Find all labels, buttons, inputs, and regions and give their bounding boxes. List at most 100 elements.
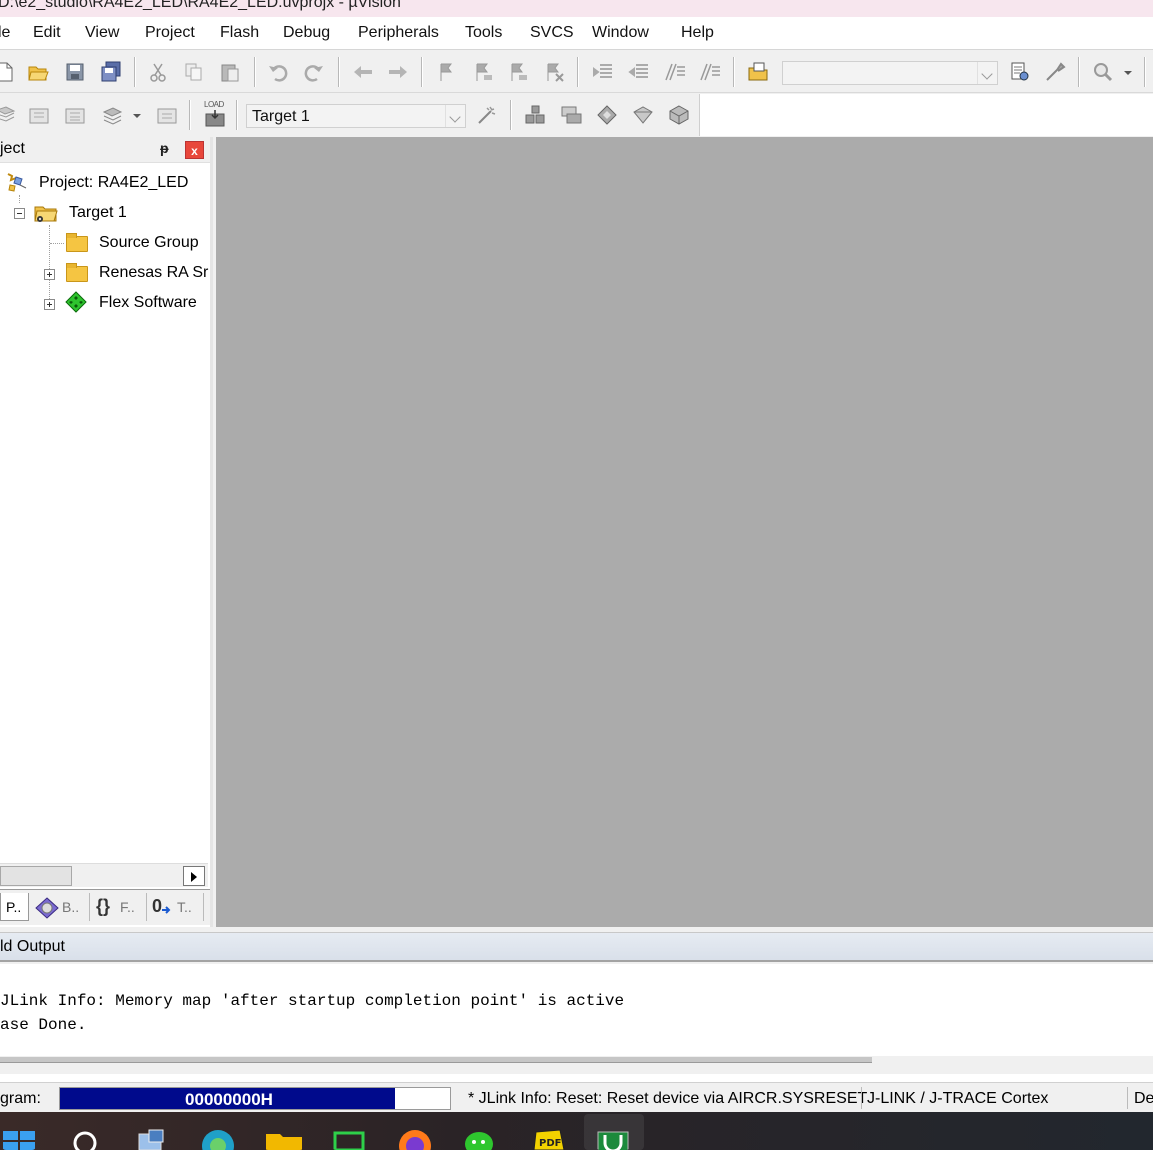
wechat-icon[interactable] xyxy=(462,1128,502,1150)
menu-file[interactable]: le xyxy=(0,24,10,42)
chevron-down-icon[interactable] xyxy=(445,105,465,127)
translate-icon[interactable] xyxy=(0,104,16,126)
find-in-files-icon[interactable] xyxy=(747,61,769,83)
target-select[interactable]: Target 1 xyxy=(246,104,466,128)
copy-icon[interactable] xyxy=(183,61,205,83)
project-panel-header: ject ᵽ x xyxy=(0,137,210,163)
network-app-icon[interactable] xyxy=(135,1128,169,1150)
target-options-icon[interactable] xyxy=(476,104,498,126)
menu-tools[interactable]: Tools xyxy=(465,24,502,42)
find-combo[interactable] xyxy=(782,61,998,85)
tree-item-project[interactable]: Project: RA4E2_LED xyxy=(0,169,210,197)
tree-item-target[interactable]: Target 1 xyxy=(0,199,210,227)
close-panel-button[interactable]: x xyxy=(185,141,204,159)
status-message: * JLink Info: Reset: Reset device via AI… xyxy=(468,1090,868,1107)
target-folder-icon xyxy=(34,206,58,222)
tab-functions[interactable]: {} F.. xyxy=(89,893,145,921)
pdf-reader-icon[interactable]: PDF xyxy=(530,1128,568,1150)
batch-build-icon[interactable] xyxy=(101,104,123,126)
status-bar: gram: 00000000H * JLink Info: Reset: Res… xyxy=(0,1082,1153,1112)
tab-project-label: P.. xyxy=(6,899,22,915)
debug-session-icon[interactable] xyxy=(1044,61,1066,83)
keil-uvision-icon[interactable] xyxy=(596,1130,630,1150)
pin-icon[interactable]: ᵽ xyxy=(160,140,169,156)
menu-svcs[interactable]: SVCS xyxy=(530,24,574,42)
project-horizontal-scrollbar[interactable] xyxy=(0,863,208,887)
tree-item-flex-software[interactable]: Flex Software xyxy=(0,289,210,317)
scrollbar-thumb[interactable] xyxy=(0,1057,872,1063)
pack-installer-icon[interactable] xyxy=(632,104,654,126)
menu-flash[interactable]: Flash xyxy=(220,24,259,42)
file-toolbar xyxy=(0,51,1153,93)
chevron-down-icon[interactable] xyxy=(977,62,997,84)
bookmark-toggle-icon[interactable] xyxy=(436,61,458,83)
bookmark-next-icon[interactable] xyxy=(507,61,529,83)
cut-icon[interactable] xyxy=(147,61,169,83)
expand-icon[interactable] xyxy=(44,269,55,280)
paste-icon[interactable] xyxy=(219,61,241,83)
scrollbar-thumb[interactable] xyxy=(0,866,72,886)
build-icon[interactable] xyxy=(28,104,50,126)
scroll-right-icon[interactable] xyxy=(183,866,205,886)
menu-peripherals[interactable]: Peripherals xyxy=(358,24,439,42)
menu-project[interactable]: Project xyxy=(145,24,195,42)
dropdown-arrow-icon[interactable] xyxy=(1122,61,1134,83)
toolbar-separator xyxy=(338,57,339,87)
books-icon xyxy=(35,897,59,919)
tab-project[interactable]: P.. xyxy=(0,893,29,921)
comment-icon[interactable] xyxy=(664,61,686,83)
indent-icon[interactable] xyxy=(592,61,614,83)
save-icon[interactable] xyxy=(64,61,86,83)
tab-books[interactable]: B.. xyxy=(32,893,86,921)
expand-icon[interactable] xyxy=(44,299,55,310)
undo-icon[interactable] xyxy=(267,61,289,83)
build-output-panel[interactable]: JLink Info: Memory map 'after startup co… xyxy=(0,964,1153,1082)
bookmark-prev-icon[interactable] xyxy=(472,61,494,83)
editor-area[interactable] xyxy=(216,137,1153,927)
toolbar-separator xyxy=(254,57,255,87)
bookmark-clear-icon[interactable] xyxy=(543,61,565,83)
open-file-icon[interactable] xyxy=(27,61,49,83)
build-output-title: ld Output xyxy=(0,938,65,955)
build-output-horizontal-scrollbar[interactable] xyxy=(0,1056,1153,1074)
toolbar-separator xyxy=(421,57,422,87)
load-label: LOAD xyxy=(204,100,224,109)
redo-icon[interactable] xyxy=(303,61,325,83)
stop-build-icon[interactable] xyxy=(156,104,178,126)
collapse-icon[interactable] xyxy=(14,208,25,219)
unindent-icon[interactable] xyxy=(628,61,650,83)
status-separator xyxy=(1127,1087,1128,1109)
menu-help[interactable]: Help xyxy=(681,24,714,42)
status-separator xyxy=(861,1087,862,1109)
load-icon xyxy=(205,110,225,127)
file-extensions-icon[interactable] xyxy=(560,104,582,126)
menu-debug[interactable]: Debug xyxy=(283,24,330,42)
menu-view[interactable]: View xyxy=(85,24,119,42)
toolbar-separator xyxy=(236,100,237,130)
rebuild-icon[interactable] xyxy=(64,104,86,126)
incremental-find-icon[interactable] xyxy=(1009,61,1031,83)
tab-templates[interactable]: 0 T.. xyxy=(146,893,204,921)
navigate-forward-icon[interactable] xyxy=(387,61,409,83)
select-packs-icon[interactable] xyxy=(596,104,618,126)
firefox-icon[interactable] xyxy=(396,1126,434,1150)
search-icon[interactable] xyxy=(70,1130,100,1150)
new-file-icon[interactable] xyxy=(0,61,16,83)
uncomment-icon[interactable] xyxy=(699,61,721,83)
manage-components-icon[interactable] xyxy=(524,104,546,126)
save-all-icon[interactable] xyxy=(100,61,122,83)
edge-browser-icon[interactable] xyxy=(198,1128,238,1150)
menu-edit[interactable]: Edit xyxy=(33,24,61,42)
file-explorer-icon[interactable] xyxy=(264,1130,304,1150)
download-button[interactable]: LOAD xyxy=(203,100,227,130)
app-icon[interactable] xyxy=(332,1130,368,1150)
dropdown-arrow-icon[interactable] xyxy=(131,104,143,126)
toolbar-separator xyxy=(1078,57,1079,87)
tree-item-renesas-ra[interactable]: Renesas RA Sr xyxy=(0,259,210,287)
zoom-icon[interactable] xyxy=(1092,61,1114,83)
run-time-environment-icon[interactable] xyxy=(668,104,690,126)
tree-item-source-group[interactable]: Source Group xyxy=(0,229,210,257)
menu-window[interactable]: Window xyxy=(592,24,649,42)
windows-start-icon[interactable] xyxy=(2,1130,36,1150)
navigate-back-icon[interactable] xyxy=(352,61,374,83)
